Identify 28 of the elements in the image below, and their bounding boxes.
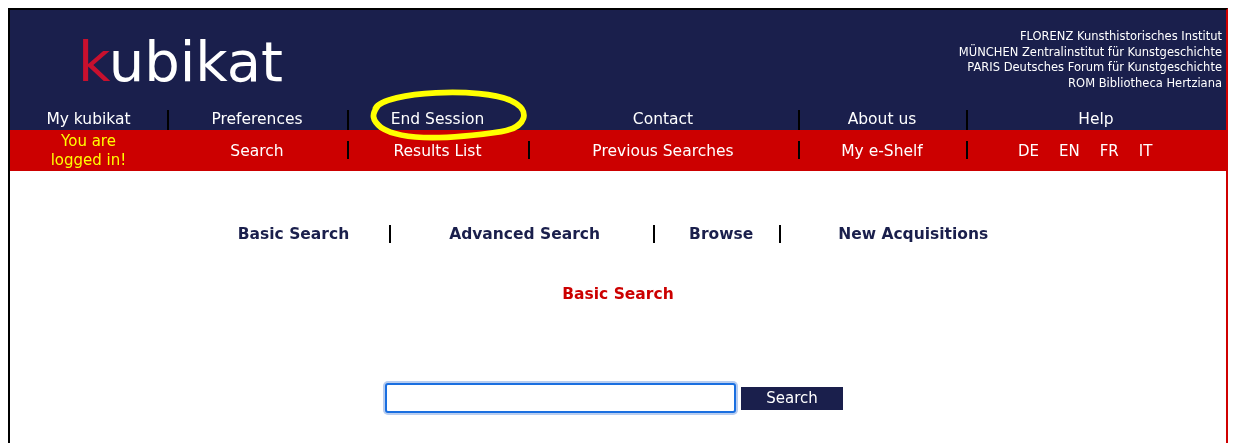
language-link[interactable]: DE [1018, 141, 1040, 160]
search-tab[interactable]: Basic Search [237, 225, 350, 243]
nav-link[interactable]: My kubikat [46, 109, 131, 128]
nav-link[interactable]: Contact [632, 109, 694, 128]
language-link[interactable]: IT [1138, 141, 1153, 160]
page-heading: Basic Search [561, 285, 675, 303]
nav-link[interactable]: Search [230, 141, 284, 160]
institute-name: MÜNCHEN Zentralinstitut für Kunstgeschichte [958, 44, 1222, 60]
nav-link[interactable]: Help [1078, 109, 1114, 128]
nav-link[interactable]: Results List [393, 141, 482, 160]
search-tab[interactable]: New Acquisitions [779, 225, 989, 243]
search-tab[interactable]: Browse [653, 225, 754, 243]
search-field[interactable] [385, 383, 736, 413]
nav-divider [966, 141, 968, 159]
institute-name: ROM Bibliotheca Hertziana [1067, 75, 1222, 91]
nav-link[interactable]: Preferences [211, 109, 303, 128]
login-status: You are logged in! [49, 131, 128, 170]
search-tab[interactable]: Advanced Search [389, 225, 601, 243]
nav-link[interactable]: My e-Shelf [841, 141, 923, 160]
language-link[interactable]: FR [1099, 141, 1119, 160]
institute-name: FLORENZ Kunsthistorisches Institut [1018, 29, 1222, 45]
kubikat-logo[interactable]: kubikat [78, 34, 284, 90]
nav-link[interactable]: Previous Searches [592, 141, 734, 160]
nav-link[interactable]: About us [847, 109, 917, 128]
nav-link[interactable]: End Session [390, 109, 485, 128]
language-link[interactable]: EN [1059, 141, 1080, 160]
institute-name: PARIS Deutsches Forum für Kunstgeschichte [966, 60, 1222, 76]
search-button[interactable]: Search [741, 386, 843, 410]
